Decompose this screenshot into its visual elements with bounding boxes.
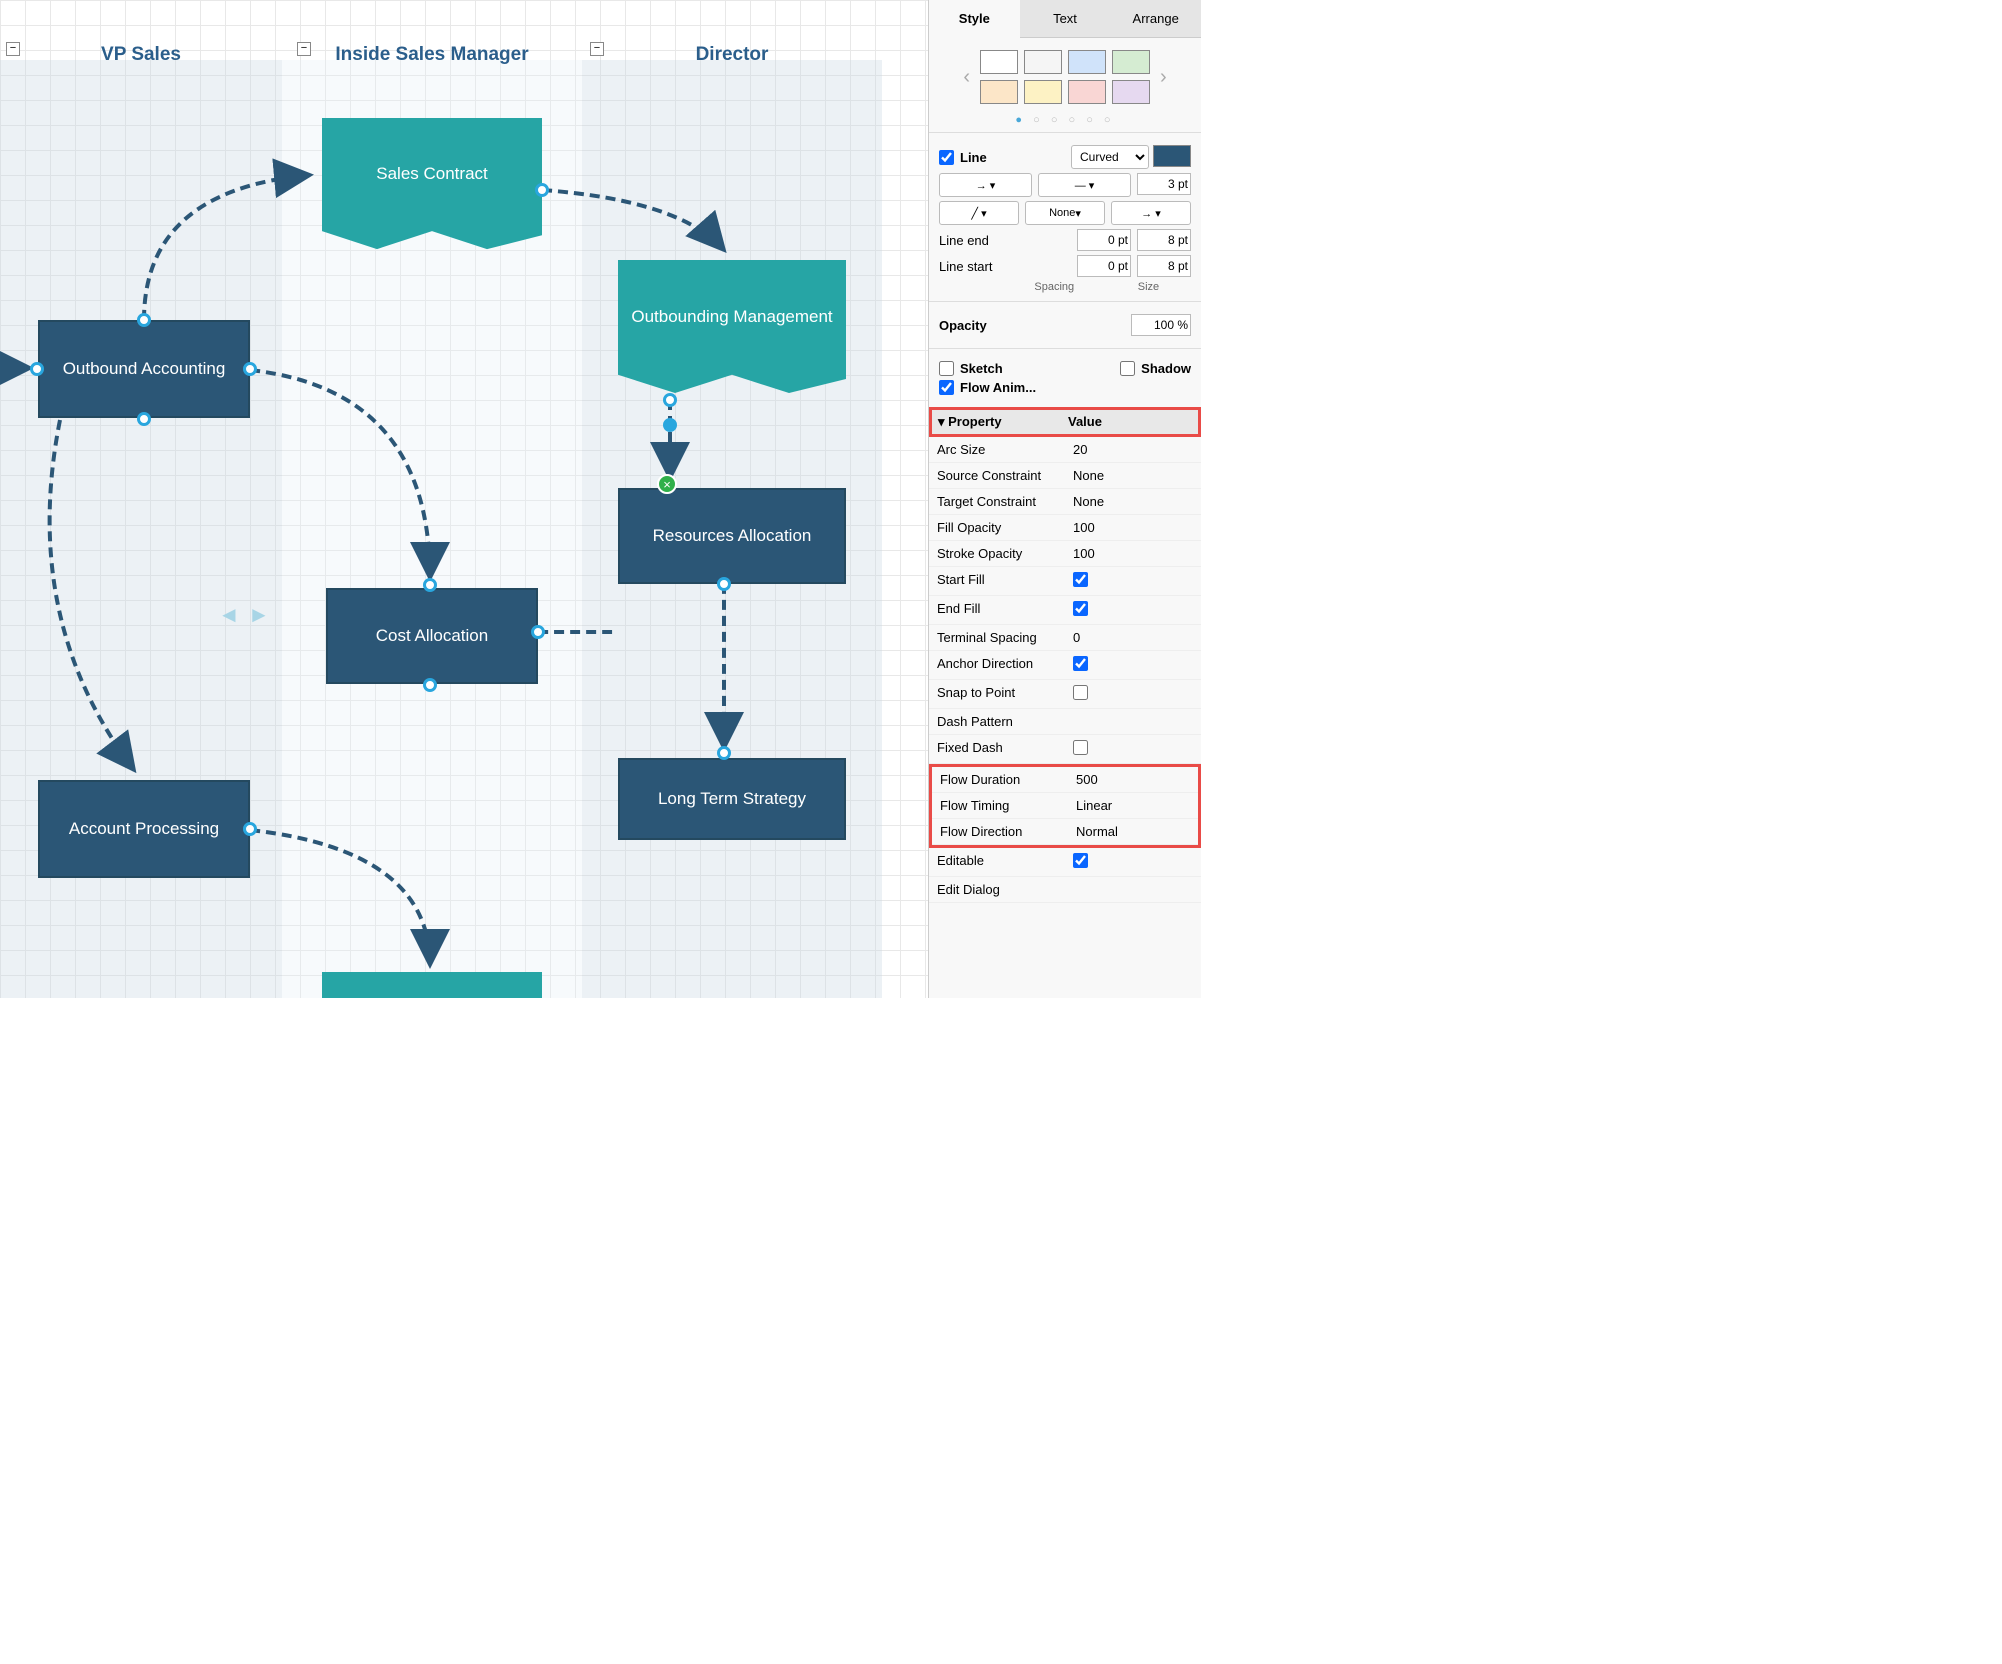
connection-point[interactable] — [535, 183, 549, 197]
tab-arrange[interactable]: Arrange — [1110, 0, 1201, 38]
palette-pager: ● ○ ○ ○ ○ ○ — [929, 108, 1201, 132]
flow-props-highlight: Flow Duration500 Flow TimingLinear Flow … — [929, 764, 1201, 848]
opacity-input[interactable] — [1131, 314, 1191, 336]
property-table-header: ▾ Property Value — [929, 407, 1201, 437]
swatch[interactable] — [1068, 80, 1106, 104]
line-start-spacing[interactable] — [1077, 255, 1131, 277]
flow-anim-label: Flow Anim... — [960, 380, 1036, 395]
swatch[interactable] — [980, 50, 1018, 74]
node-cost-allocation[interactable]: Cost Allocation — [326, 588, 538, 684]
prop-stroke-opacity[interactable]: Stroke Opacity100 — [929, 541, 1201, 567]
tab-style[interactable]: Style — [929, 0, 1020, 38]
diagram-canvas[interactable]: − VP Sales − Inside Sales Manager − Dire… — [0, 0, 928, 998]
connection-point[interactable] — [30, 362, 44, 376]
swatch[interactable] — [1112, 80, 1150, 104]
shadow-label: Shadow — [1141, 361, 1191, 376]
swatch[interactable] — [1024, 80, 1062, 104]
spacing-sublabel: Spacing — [1034, 281, 1074, 293]
lane-title-vp[interactable]: VP Sales — [0, 25, 282, 85]
shadow-checkbox[interactable]: Shadow — [1120, 361, 1191, 376]
line-start-size[interactable] — [1137, 255, 1191, 277]
connection-point[interactable] — [663, 393, 677, 407]
prop-source-constraint[interactable]: Source ConstraintNone — [929, 463, 1201, 489]
node-resources-allocation[interactable]: Resources Allocation — [618, 488, 846, 584]
style-palette: ‹ › — [929, 38, 1201, 108]
connection-point[interactable] — [717, 577, 731, 591]
swatch[interactable] — [1024, 50, 1062, 74]
prop-flow-duration[interactable]: Flow Duration500 — [932, 767, 1198, 793]
prop-dash-pattern[interactable]: Dash Pattern — [929, 709, 1201, 735]
connection-point[interactable] — [243, 822, 257, 836]
prop-edit-dialog[interactable]: Edit Dialog — [929, 877, 1201, 903]
node-label: Outbound Accounting — [63, 359, 226, 379]
connection-point[interactable] — [423, 678, 437, 692]
node-partial-bottom[interactable] — [322, 972, 542, 998]
prop-end-fill[interactable]: End Fill — [929, 596, 1201, 625]
prop-col-value: Value — [1062, 410, 1198, 434]
palette-prev-icon[interactable]: ‹ — [959, 66, 974, 89]
opacity-label: Opacity — [939, 318, 987, 333]
prop-arc-size[interactable]: Arc Size20 — [929, 437, 1201, 463]
node-label: Resources Allocation — [653, 526, 812, 546]
connection-point[interactable] — [243, 362, 257, 376]
connection-point[interactable] — [137, 313, 151, 327]
connection-point[interactable] — [531, 625, 545, 639]
swatch[interactable] — [980, 80, 1018, 104]
line-end-label: Line end — [939, 233, 989, 248]
connection-point[interactable] — [717, 746, 731, 760]
line-checkbox[interactable]: Line — [939, 150, 987, 165]
line-color-swatch[interactable] — [1153, 145, 1191, 167]
node-long-term-strategy[interactable]: Long Term Strategy — [618, 758, 846, 840]
prop-terminal-spacing[interactable]: Terminal Spacing0 — [929, 625, 1201, 651]
swatch[interactable] — [1112, 50, 1150, 74]
node-label: Cost Allocation — [376, 626, 488, 646]
connection-point[interactable] — [137, 412, 151, 426]
lane-title-ism[interactable]: Inside Sales Manager — [282, 25, 582, 85]
node-account-processing[interactable]: Account Processing — [38, 780, 250, 878]
line-end-spacing[interactable] — [1077, 229, 1131, 251]
line-weight-input[interactable] — [1137, 173, 1191, 195]
prop-target-constraint[interactable]: Target ConstraintNone — [929, 489, 1201, 515]
prop-flow-timing[interactable]: Flow TimingLinear — [932, 793, 1198, 819]
prop-snap-to-point[interactable]: Snap to Point — [929, 680, 1201, 709]
prop-fixed-dash[interactable]: Fixed Dash — [929, 735, 1201, 764]
sketch-checkbox[interactable]: Sketch — [939, 361, 1003, 376]
arrow-end-select[interactable]: → ▾ — [1111, 201, 1191, 225]
format-panel: Style Text Arrange ‹ › ● ○ ○ ○ ○ ○ Line … — [928, 0, 1201, 998]
prop-fill-opacity[interactable]: Fill Opacity100 — [929, 515, 1201, 541]
panel-tabs: Style Text Arrange — [929, 0, 1201, 38]
line-type-select[interactable]: Curved — [1071, 145, 1149, 169]
lane-title-director[interactable]: Director — [582, 25, 882, 85]
prop-anchor-direction[interactable]: Anchor Direction — [929, 651, 1201, 680]
line-start-label: Line start — [939, 259, 992, 274]
prop-col-property: Property — [948, 414, 1001, 429]
prop-start-fill[interactable]: Start Fill — [929, 567, 1201, 596]
sketch-label: Sketch — [960, 361, 1003, 376]
prop-editable[interactable]: Editable — [929, 848, 1201, 877]
palette-next-icon[interactable]: › — [1156, 66, 1171, 89]
line-label: Line — [960, 150, 987, 165]
swatch[interactable] — [1068, 50, 1106, 74]
connection-point[interactable] — [663, 418, 677, 432]
size-sublabel: Size — [1138, 281, 1159, 293]
waypoint-mid-select[interactable]: None ▾ — [1025, 201, 1105, 225]
valid-connection-icon: × — [657, 474, 677, 494]
node-label: Account Processing — [69, 819, 219, 839]
tab-text[interactable]: Text — [1020, 0, 1111, 38]
direction-hint-right: ► — [248, 602, 270, 628]
line-end-size[interactable] — [1137, 229, 1191, 251]
direction-hint-left: ◄ — [218, 602, 240, 628]
prop-flow-direction[interactable]: Flow DirectionNormal — [932, 819, 1198, 845]
waypoint-start-select[interactable]: ╱ ▾ — [939, 201, 1019, 225]
flow-anim-checkbox[interactable]: Flow Anim... — [939, 380, 1036, 395]
node-label: Long Term Strategy — [658, 789, 806, 809]
connection-point[interactable] — [423, 578, 437, 592]
line-style-select[interactable]: — ▾ — [1038, 173, 1131, 197]
node-label: Outbounding Management — [631, 307, 832, 327]
node-outbound-accounting[interactable]: Outbound Accounting — [38, 320, 250, 418]
arrow-start-select[interactable]: → ▾ — [939, 173, 1032, 197]
node-label: Sales Contract — [376, 164, 488, 184]
